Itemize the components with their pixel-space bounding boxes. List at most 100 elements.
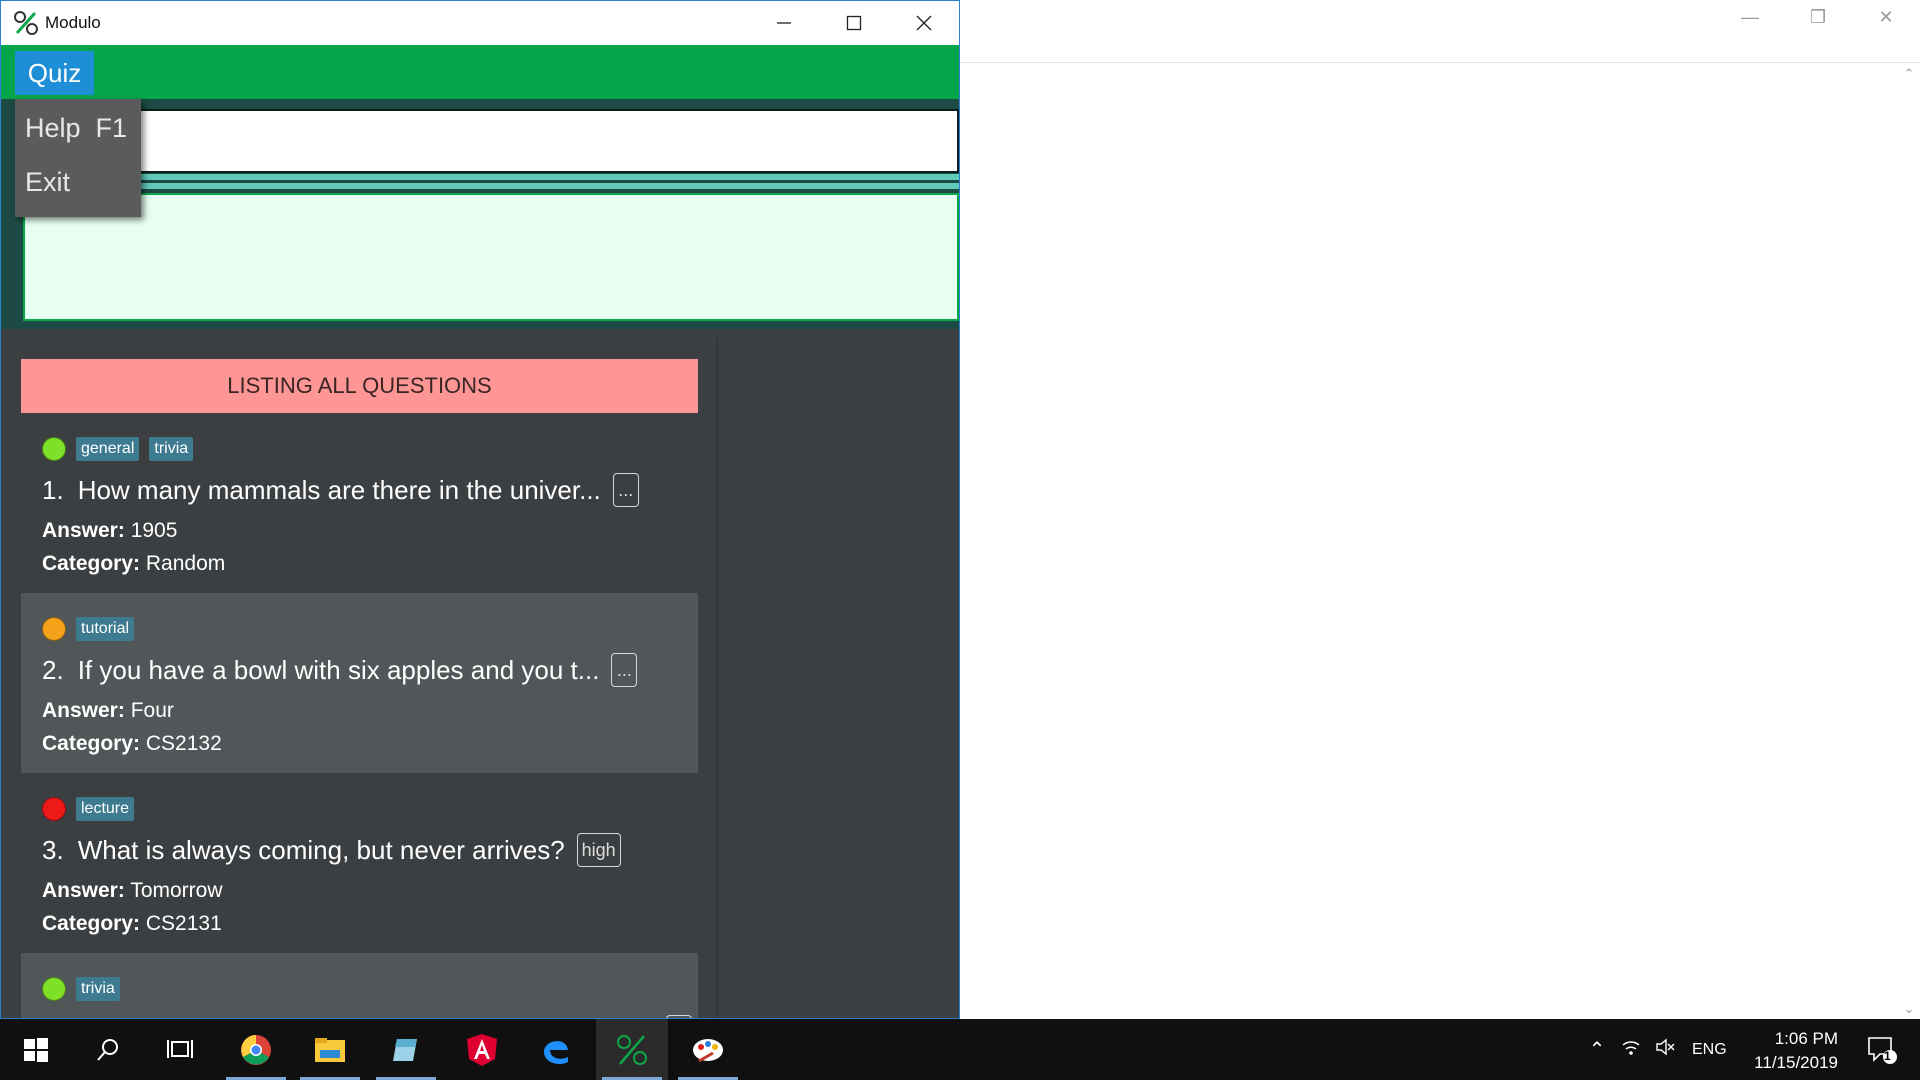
- difficulty-dot: [42, 437, 66, 461]
- start-button[interactable]: [0, 1019, 72, 1080]
- minimize-icon[interactable]: —: [1716, 0, 1784, 34]
- question-number: 3.: [42, 834, 64, 865]
- expand-question-button[interactable]: ...: [611, 653, 638, 687]
- result-display: [23, 193, 959, 321]
- question-text: How many mammals are there in the univer…: [77, 474, 601, 505]
- modulo-logo-icon: [13, 10, 39, 36]
- taskbar: ⌃ ENG 1:06 PM 11/15/2019 1: [0, 1019, 1920, 1080]
- scroll-up-icon[interactable]: ⌃: [1898, 63, 1920, 85]
- title-bar: Modulo: [1, 1, 959, 45]
- angular-icon: [467, 1033, 497, 1066]
- answer-label: Answer:: [42, 879, 125, 902]
- menu-item-shortcut: F1: [95, 113, 128, 143]
- category-line: Category: CS2132: [42, 732, 222, 756]
- maximize-button[interactable]: [819, 1, 889, 45]
- answer-line: Answer: Tomorrow: [42, 879, 223, 903]
- category-label: Category:: [42, 732, 141, 755]
- volume-muted-icon[interactable]: [1648, 1038, 1682, 1061]
- restore-icon[interactable]: ❐: [1784, 0, 1852, 34]
- category-value: CS2132: [145, 732, 222, 755]
- main-panel: LISTING ALL QUESTIONS general trivia 1. …: [1, 329, 959, 1018]
- divider: [23, 174, 959, 180]
- question-card[interactable]: lecture 3. What is always coming, but ne…: [21, 773, 698, 953]
- tag: lecture: [76, 797, 135, 821]
- category-value: Random: [145, 552, 226, 575]
- task-view-button[interactable]: [144, 1019, 216, 1080]
- tag: trivia: [76, 977, 120, 1001]
- scroll-down-icon[interactable]: ⌄: [1898, 998, 1920, 1020]
- network-icon[interactable]: [1614, 1038, 1648, 1061]
- difficulty-button[interactable]: high: [576, 833, 621, 867]
- close-icon[interactable]: ✕: [1852, 0, 1920, 34]
- task-view-icon: [167, 1039, 193, 1058]
- difficulty-dot: [42, 797, 66, 821]
- modulo-taskbar-button[interactable]: [596, 1019, 668, 1080]
- difficulty-dot: [42, 977, 66, 1001]
- clock-date: 11/15/2019: [1754, 1053, 1838, 1072]
- question-number: 1.: [42, 474, 64, 505]
- category-line: Category: Random: [42, 552, 225, 576]
- answer-label: Answer:: [42, 519, 125, 542]
- background-window-divider: [960, 62, 1920, 63]
- answer-line: Answer: 1905: [42, 519, 177, 543]
- menu-item-help[interactable]: Help F1: [25, 113, 127, 144]
- maximize-icon: [846, 15, 862, 31]
- angular-taskbar-button[interactable]: [446, 1019, 518, 1080]
- windows-start-icon: [24, 1037, 48, 1062]
- question-card[interactable]: trivia: [21, 953, 698, 1018]
- question-card[interactable]: tutorial 2. If you have a bowl with six …: [21, 593, 698, 773]
- edge-icon: [544, 1040, 568, 1064]
- chevron-up-icon[interactable]: ⌃: [1580, 1037, 1614, 1062]
- menu-item-exit[interactable]: Exit: [25, 167, 70, 198]
- command-area: [1, 99, 959, 329]
- menu-item-label: Help: [25, 113, 81, 143]
- command-input[interactable]: [23, 109, 959, 173]
- notification-icon: [1868, 1036, 1897, 1064]
- notepad-taskbar-button[interactable]: [370, 1019, 442, 1080]
- category-line: Category: CS2131: [42, 912, 222, 936]
- modulo-window: Modulo Quiz Help F1 Exit LISTING ALL QUE…: [0, 0, 960, 1019]
- paint-taskbar-button[interactable]: [672, 1019, 744, 1080]
- answer-value: 1905: [130, 519, 178, 542]
- answer-value: Tomorrow: [130, 879, 223, 902]
- chrome-icon: [241, 1034, 271, 1065]
- menu-bar: Quiz: [1, 45, 959, 99]
- question-text: What is always coming, but never arrives…: [77, 834, 565, 865]
- notepad-icon: [393, 1038, 417, 1061]
- close-icon: [916, 15, 932, 31]
- answer-value: Four: [130, 699, 174, 722]
- tag: trivia: [149, 437, 194, 461]
- close-button[interactable]: [889, 1, 959, 45]
- question-number: 2.: [42, 654, 64, 685]
- window-title: Modulo: [45, 13, 101, 32]
- difficulty-dot: [42, 617, 66, 641]
- paint-icon: [693, 1038, 723, 1062]
- category-value: CS2131: [145, 912, 222, 935]
- category-label: Category:: [42, 912, 141, 935]
- category-label: Category:: [42, 552, 141, 575]
- notification-count: 1: [1884, 1049, 1891, 1063]
- expand-question-button[interactable]: ...: [612, 473, 639, 507]
- divider: [23, 183, 959, 189]
- question-text: If you have a bowl with six apples and y…: [77, 654, 600, 685]
- background-scrollbar[interactable]: ⌃ ⌄: [1898, 63, 1920, 1020]
- chrome-taskbar-button[interactable]: [220, 1019, 292, 1080]
- question-card[interactable]: general trivia 1. How many mammals are t…: [21, 413, 698, 593]
- question-list-panel[interactable]: LISTING ALL QUESTIONS general trivia 1. …: [9, 337, 718, 1018]
- minimize-button[interactable]: [749, 1, 819, 45]
- answer-label: Answer:: [42, 699, 125, 722]
- modulo-icon: [617, 1034, 647, 1065]
- clock-time: 1:06 PM: [1774, 1029, 1838, 1048]
- answer-line: Answer: Four: [42, 699, 174, 723]
- search-icon: [97, 1038, 118, 1061]
- clock[interactable]: 1:06 PM 11/15/2019: [1754, 1027, 1838, 1075]
- search-button[interactable]: [72, 1019, 144, 1080]
- minimize-icon: [777, 22, 791, 24]
- edge-taskbar-button[interactable]: [520, 1019, 592, 1080]
- file-explorer-icon: [315, 1037, 345, 1062]
- language-indicator[interactable]: ENG: [1692, 1041, 1727, 1059]
- quiz-menu[interactable]: Quiz: [15, 51, 94, 95]
- notification-center-button[interactable]: 1: [1846, 1019, 1918, 1080]
- list-header: LISTING ALL QUESTIONS: [21, 359, 698, 413]
- file-explorer-taskbar-button[interactable]: [294, 1019, 366, 1080]
